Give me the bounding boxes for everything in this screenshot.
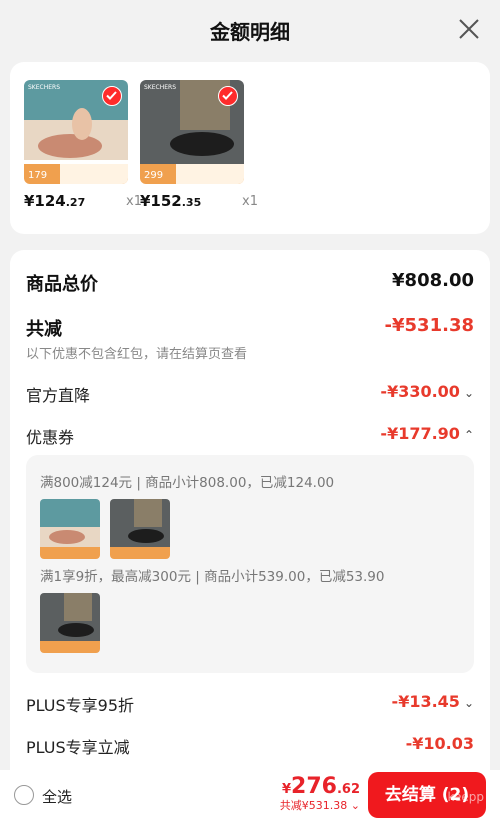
product-item[interactable]: SKECHERS 299 ¥152.35 x1 bbox=[140, 80, 258, 210]
plus95-label: PLUS专享95折 bbox=[26, 696, 134, 715]
official-discount-label: 官方直降 bbox=[26, 386, 91, 405]
saved-amount[interactable]: 共减¥531.38 ⌄ bbox=[280, 797, 360, 813]
total-row: 商品总价 ¥808.00 bbox=[26, 268, 474, 296]
checkout-bar: 全选 ¥276.62 共减¥531.38 ⌄ 去结算 (2) keepp bbox=[0, 770, 500, 820]
official-discount-row[interactable]: 官方直降 -¥330.00 ⌄ bbox=[26, 380, 474, 408]
page-title: 金额明细 bbox=[210, 20, 290, 44]
product-qty: x1 bbox=[242, 194, 258, 209]
watermark: keepp bbox=[447, 790, 484, 804]
plus-direct-value: -¥10.03 bbox=[405, 734, 474, 753]
select-all-radio[interactable] bbox=[14, 785, 34, 805]
product-tag-price: 299 bbox=[144, 170, 164, 181]
product-price: ¥124.27 bbox=[24, 192, 86, 210]
checked-icon[interactable] bbox=[102, 86, 122, 106]
chevron-up-icon[interactable]: ⌃ bbox=[464, 428, 474, 442]
coupon-label: 优惠券 bbox=[26, 428, 75, 447]
reduce-value: -¥531.38 bbox=[384, 315, 474, 336]
product-image[interactable]: SKECHERS 179 bbox=[24, 80, 128, 184]
official-discount-value: -¥330.00 ⌄ bbox=[380, 382, 474, 401]
chevron-down-icon[interactable]: ⌄ bbox=[351, 799, 360, 812]
chevron-down-icon[interactable]: ⌄ bbox=[464, 386, 474, 400]
coupon-rule: 满800减124元 | 商品小计808.00，已减124.00 bbox=[40, 475, 335, 491]
price-detail-card: 商品总价 ¥808.00 共减 -¥531.38 以下优惠不包含红包，请在结算页… bbox=[10, 250, 490, 770]
total-amount: ¥276.62 共减¥531.38 ⌄ bbox=[279, 774, 360, 813]
coupon-details: 满800减124元 | 商品小计808.00，已减124.00 满1享9折，最高… bbox=[26, 455, 474, 673]
reduce-row: 共减 -¥531.38 bbox=[26, 313, 474, 341]
product-image[interactable]: SKECHERS 299 bbox=[140, 80, 244, 184]
total-label: 商品总价 bbox=[26, 274, 98, 295]
product-thumbnail bbox=[40, 499, 100, 559]
plus95-row[interactable]: PLUS专享95折 -¥13.45 ⌄ bbox=[26, 690, 474, 718]
total-value: ¥808.00 bbox=[392, 270, 474, 291]
product-tag-price: 179 bbox=[28, 170, 48, 181]
product-thumbnail bbox=[40, 593, 100, 653]
plus95-value: -¥13.45 ⌄ bbox=[391, 692, 474, 711]
reduce-label: 共减 bbox=[26, 319, 62, 340]
product-thumbnail bbox=[110, 499, 170, 559]
product-item[interactable]: SKECHERS 179 ¥124.27 x1 bbox=[24, 80, 142, 210]
discount-note: 以下优惠不包含红包，请在结算页查看 bbox=[26, 347, 248, 362]
plus-direct-row: PLUS专享立减 -¥10.03 bbox=[26, 732, 474, 760]
brand-logo: SKECHERS bbox=[144, 84, 177, 91]
coupon-value: -¥177.90 ⌃ bbox=[380, 424, 474, 443]
chevron-down-icon[interactable]: ⌄ bbox=[464, 696, 474, 710]
selected-products-card: SKECHERS 179 ¥124.27 x1 SKECHERS 299 ¥15… bbox=[10, 62, 490, 234]
header: 金额明细 bbox=[0, 0, 500, 58]
select-all-label[interactable]: 全选 bbox=[42, 786, 72, 807]
close-icon[interactable] bbox=[456, 16, 482, 42]
brand-logo: SKECHERS bbox=[28, 84, 61, 91]
coupon-rule: 满1享9折，最高减300元 | 商品小计539.00，已减53.90 bbox=[40, 569, 385, 585]
checked-icon[interactable] bbox=[218, 86, 238, 106]
plus-direct-label: PLUS专享立减 bbox=[26, 738, 130, 757]
coupon-row[interactable]: 优惠券 -¥177.90 ⌃ bbox=[26, 422, 474, 450]
product-price: ¥152.35 bbox=[140, 192, 202, 210]
